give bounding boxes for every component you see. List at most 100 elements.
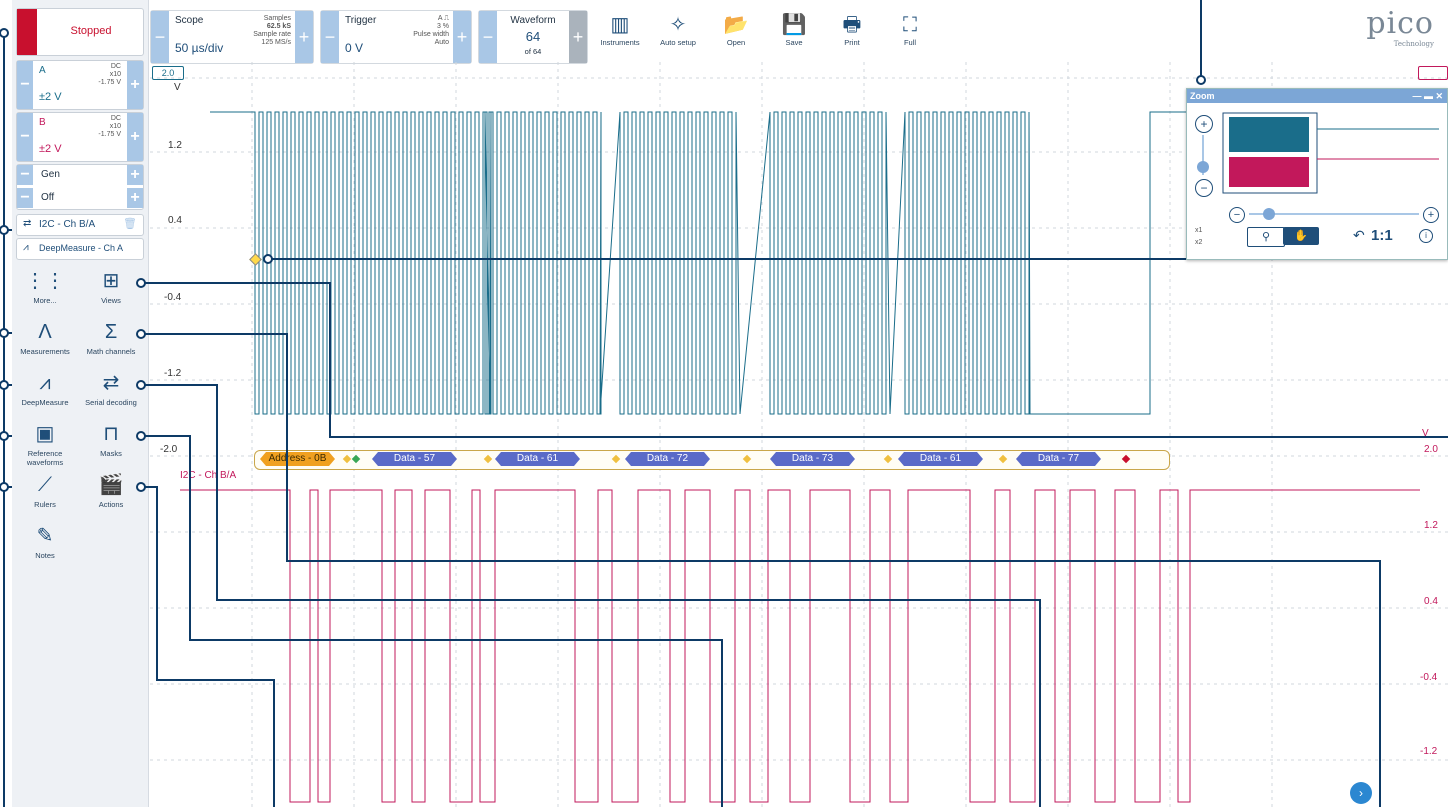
waveform-group[interactable]: − Waveform 64 of 64 + [478, 10, 588, 64]
measurements-icon: Λ [38, 321, 52, 343]
zoom-header: Zoom — ▬ ✕ [1187, 89, 1447, 103]
decoder-chip[interactable]: ⇄ I2C - Ch B/A 🗑 [16, 214, 144, 236]
tool-actions[interactable]: 🎬 Actions [80, 474, 142, 509]
print-button[interactable]: 🖶 Print [824, 12, 880, 47]
scope-group[interactable]: − Scope 50 µs/div Samples 62.5 kS Sample … [150, 10, 314, 64]
gen-state-increase-button[interactable]: + [127, 188, 143, 208]
auto-setup-button[interactable]: ✧ Auto setup [650, 12, 706, 47]
save-button[interactable]: 💾 Save [766, 12, 822, 47]
channel-a-increase-button[interactable]: + [127, 61, 143, 109]
channel-a-settings: DC x10 -1.75 V [98, 63, 121, 86]
channel-b-decrease-button[interactable]: − [17, 113, 33, 161]
gen-state-decrease-button[interactable]: − [17, 188, 33, 208]
instruments-icon: ▥ [610, 14, 630, 36]
instruments-button[interactable]: ▥ Instruments [592, 12, 648, 47]
zoom-undo-icon[interactable]: ↶ [1353, 227, 1365, 244]
left-panel: Stopped − A DC x10 -1.75 V ±2 V + − B DC x1… [12, 0, 149, 807]
channel-b-panel[interactable]: − B DC x10 -1.75 V ±2 V + [16, 112, 144, 162]
trigger-level: 0 V [345, 41, 364, 55]
zoom-window[interactable]: Zoom — ▬ ✕ + − − + x1 x2 ⚲ ✋ ↶ 1:1 i [1186, 88, 1448, 260]
zoom-h-out-button[interactable]: − [1229, 207, 1245, 223]
trigger-info: A ⎍ 3 % Pulse width Auto [413, 15, 449, 46]
trigger-title: Trigger [345, 15, 377, 26]
deepmeasure-chip[interactable]: ⩘ DeepMeasure - Ch A [16, 238, 144, 260]
channel-b-name: B [39, 117, 46, 128]
decode-packet[interactable]: Data - 77 [1016, 452, 1101, 466]
tool-label: Rulers [34, 500, 56, 509]
trigger-group[interactable]: − Trigger 0 V A ⎍ 3 % Pulse width Auto + [320, 10, 472, 64]
channel-a-decrease-button[interactable]: − [17, 61, 33, 109]
channel-b-increase-button[interactable]: + [127, 113, 143, 161]
tool-views[interactable]: ⊞ Views [80, 270, 142, 305]
callout-dot [0, 328, 9, 338]
waveform-increase-button[interactable]: + [569, 11, 587, 63]
zoom-h-in-button[interactable]: + [1423, 207, 1439, 223]
callout-dot [0, 380, 9, 390]
axis-a-top[interactable]: 2.0 [152, 66, 184, 80]
axis-b-unit: V [1422, 428, 1429, 439]
gen-increase-button[interactable]: + [127, 165, 143, 185]
zoom-info-icon[interactable]: i [1419, 229, 1433, 243]
decode-packet[interactable]: Data - 61 [898, 452, 983, 466]
tool-masks[interactable]: ⊓ Masks [80, 423, 142, 458]
toolbar-label: Save [785, 38, 803, 47]
masks-icon: ⊓ [103, 423, 119, 445]
timebase-decrease-button[interactable]: − [151, 11, 169, 63]
tool-notes[interactable]: ✎ Notes [14, 525, 76, 560]
scroll-right-button[interactable]: › [1350, 782, 1372, 804]
trash-icon[interactable]: 🗑 [123, 217, 137, 230]
tool-sigma[interactable]: Σ Math channels [80, 321, 142, 356]
axis-a-tick: -1.2 [164, 368, 182, 379]
tool-measurements[interactable]: Λ Measurements [14, 321, 76, 356]
zoom-preview[interactable] [1221, 109, 1439, 199]
serial-decoding-icon: ⇄ [102, 372, 120, 394]
auto-setup-icon: ✧ [669, 14, 687, 36]
print-icon: 🖶 [842, 14, 862, 36]
trigger-decrease-button[interactable]: − [321, 11, 339, 63]
waveform-decrease-button[interactable]: − [479, 11, 497, 63]
zoom-in-button[interactable]: + [1195, 115, 1213, 133]
fullscreen-button[interactable]: ⛶ Full [882, 12, 938, 47]
gen-label: Gen [41, 169, 60, 180]
decode-packet[interactable]: Data - 73 [770, 452, 855, 466]
zoom-close-icon[interactable]: — ▬ ✕ [1412, 89, 1443, 103]
zoom-ratio[interactable]: 1:1 [1371, 227, 1393, 244]
trace-b-label: I2C - Ch B/A [180, 470, 237, 481]
tool-ruler[interactable]: ⟋ Rulers [14, 474, 76, 509]
tool-more-grid[interactable]: ⋮⋮ More... [14, 270, 76, 305]
trigger-increase-button[interactable]: + [453, 11, 471, 63]
callout-dot [0, 431, 9, 441]
tool-deepmeasure[interactable]: ⩘ DeepMeasure [14, 372, 76, 407]
scope-title: Scope [175, 15, 204, 26]
tool-reference-waveforms[interactable]: ▣ Reference waveforms [14, 423, 76, 467]
decode-packet[interactable]: Data - 61 [495, 452, 580, 466]
zoom-horizontal-thumb[interactable] [1263, 208, 1275, 220]
decode-packet[interactable]: Data - 57 [372, 452, 457, 466]
tool-label: Math channels [86, 347, 136, 356]
tool-label: Views [101, 296, 121, 305]
decode-packet[interactable]: Address - 0B [260, 452, 335, 466]
generator-panel[interactable]: − Gen + − Off + [16, 164, 144, 210]
channel-a-panel[interactable]: − A DC x10 -1.75 V ±2 V + [16, 60, 144, 110]
zoom-preview-b [1229, 157, 1309, 187]
zoom-magnifier-button[interactable]: ⚲ [1247, 227, 1285, 247]
gen-decrease-button[interactable]: − [17, 165, 33, 185]
zoom-vertical-thumb[interactable] [1197, 161, 1209, 173]
pulse-icon: ⎍ [444, 15, 449, 22]
samples-info: Samples 62.5 kS Sample rate 125 MS/s [253, 15, 291, 46]
run-stop-button[interactable]: Stopped [16, 8, 144, 56]
axis-b-tick: 0.4 [1424, 596, 1438, 607]
toolbar-label: Auto setup [660, 38, 696, 47]
callout-dot [0, 225, 9, 235]
folder-open-button[interactable]: 📂 Open [708, 12, 764, 47]
zoom-pan-button[interactable]: ✋ [1283, 227, 1319, 245]
timebase-increase-button[interactable]: + [295, 11, 313, 63]
channel-b-trace [180, 489, 1420, 803]
timebase-value: 50 µs/div [175, 41, 224, 55]
reference-waveforms-icon: ▣ [35, 423, 55, 445]
tool-serial-decoding[interactable]: ⇄ Serial decoding [80, 372, 142, 407]
axis-b-marker[interactable] [1418, 66, 1448, 80]
zoom-out-button[interactable]: − [1195, 179, 1213, 197]
decode-packet[interactable]: Data - 72 [625, 452, 710, 466]
tool-label: More... [33, 296, 57, 305]
